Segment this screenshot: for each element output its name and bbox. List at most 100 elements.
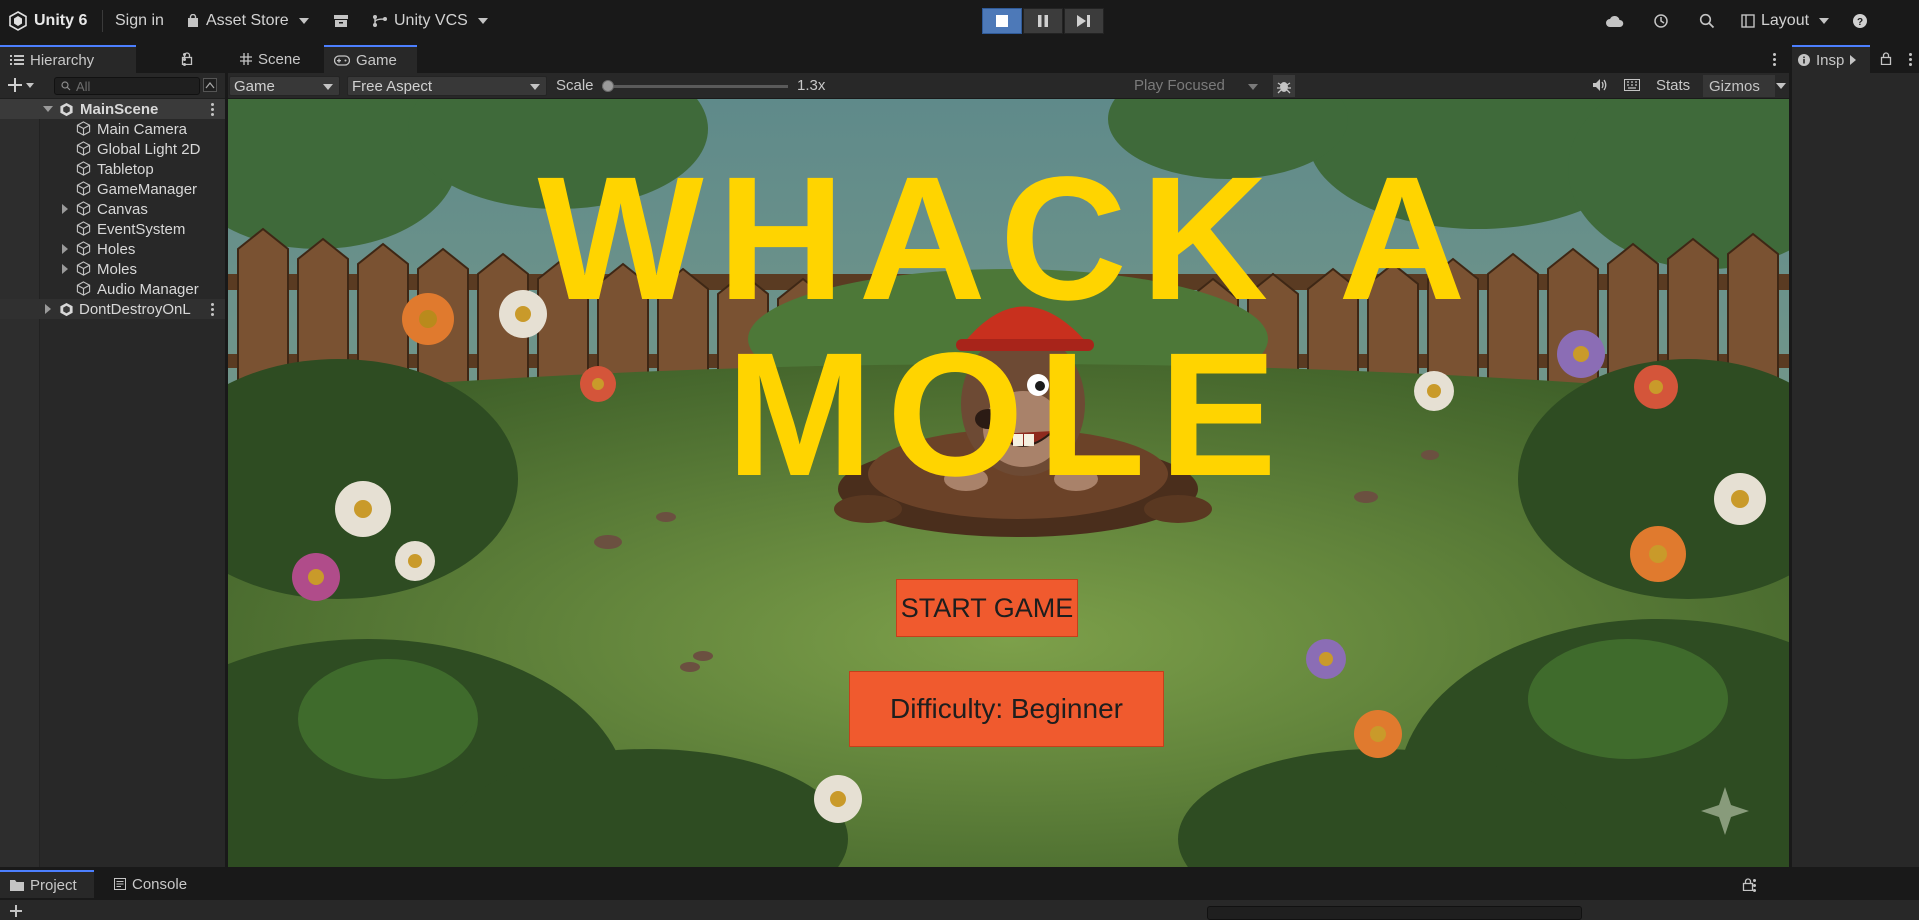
hierarchy-item[interactable]: Holes xyxy=(0,239,225,259)
hierarchy-item[interactable]: EventSystem xyxy=(0,219,225,239)
tab-scene[interactable]: Scene xyxy=(230,45,311,73)
gameobject-icon xyxy=(76,281,91,296)
difficulty-label: Difficulty: Beginner xyxy=(890,693,1123,724)
gameobject-icon xyxy=(76,261,91,276)
scene-filter-button[interactable] xyxy=(203,78,217,92)
gameobject-icon xyxy=(76,121,91,136)
scene-menu-icon[interactable] xyxy=(211,103,215,116)
chevron-down-icon xyxy=(298,18,309,24)
hierarchy-item[interactable]: Moles xyxy=(0,259,225,279)
tab-console[interactable]: Console xyxy=(104,870,197,898)
display-dropdown[interactable]: Game xyxy=(229,76,340,96)
project-create-button[interactable] xyxy=(10,905,22,917)
mute-audio-button[interactable] xyxy=(1592,78,1608,92)
pause-icon xyxy=(1038,15,1048,27)
layout-dropdown[interactable]: Layout xyxy=(1741,8,1830,34)
search-button[interactable] xyxy=(1695,9,1719,33)
aspect-dropdown[interactable]: Free Aspect xyxy=(347,76,547,96)
start-game-label: START GAME xyxy=(900,592,1074,623)
search-icon xyxy=(1699,13,1715,29)
plus-icon xyxy=(8,78,22,92)
game-viewport[interactable]: WHACK A MOLE START GAME Difficulty: Begi… xyxy=(228,99,1789,867)
help-button[interactable]: ? xyxy=(1848,9,1872,33)
gamepad-icon xyxy=(334,54,350,66)
unity-account-menu[interactable]: Unity 6 xyxy=(8,8,87,34)
unity-vcs-label: Unity VCS xyxy=(394,12,468,29)
dontdestroy-menu-icon[interactable] xyxy=(211,303,215,316)
expand-arrow-icon[interactable] xyxy=(45,304,51,314)
console-icon xyxy=(114,878,126,890)
inspector-tab-bar: Insp xyxy=(1792,45,1919,73)
chevron-down-icon xyxy=(26,82,34,88)
game-title: WHACK A MOLE xyxy=(537,141,1480,513)
step-button[interactable] xyxy=(1064,8,1104,34)
game-view-toolbar: Game Free Aspect Scale 1.3x Play Focused… xyxy=(228,73,1789,99)
hierarchy-menu-icon[interactable] xyxy=(183,53,187,66)
gameobject-icon xyxy=(76,181,91,196)
expand-arrow-icon[interactable] xyxy=(62,244,68,254)
inspector-menu-icon[interactable] xyxy=(1909,53,1913,66)
debug-button[interactable] xyxy=(1273,75,1295,97)
aspect-dropdown-value: Free Aspect xyxy=(352,77,433,95)
scene-name: MainScene xyxy=(80,100,159,118)
hierarchy-item[interactable]: Canvas xyxy=(0,199,225,219)
search-icon xyxy=(61,81,71,91)
inspector-lock-button[interactable] xyxy=(1880,52,1892,65)
tab-game[interactable]: Game xyxy=(324,45,417,73)
sign-in-button[interactable]: Sign in xyxy=(115,8,164,34)
hierarchy-item-label: Main Camera xyxy=(97,120,188,138)
shortcuts-button[interactable] xyxy=(1624,79,1640,91)
difficulty-button[interactable]: Difficulty: Beginner xyxy=(849,671,1164,747)
console-tab-label: Console xyxy=(132,875,188,893)
gameobject-icon xyxy=(76,141,91,156)
game-tab-label: Game xyxy=(356,51,397,69)
asset-store-button[interactable]: Asset Store xyxy=(186,8,309,34)
package-icon xyxy=(334,15,348,27)
tab-inspector[interactable]: Insp xyxy=(1792,45,1870,73)
info-icon xyxy=(1798,54,1810,66)
history-icon xyxy=(1654,14,1668,28)
expand-arrow-icon[interactable] xyxy=(43,106,53,112)
scale-slider-thumb[interactable] xyxy=(602,80,614,92)
help-icon: ? xyxy=(1853,14,1867,28)
expand-arrow-icon[interactable] xyxy=(62,264,68,274)
stop-play-button[interactable] xyxy=(982,8,1022,34)
unity-vcs-button[interactable]: Unity VCS xyxy=(372,8,488,34)
chevron-down-icon xyxy=(323,84,333,90)
create-dropdown[interactable] xyxy=(8,78,34,92)
tab-hierarchy[interactable]: Hierarchy xyxy=(0,45,136,73)
filter-icon xyxy=(203,78,217,92)
layout-icon xyxy=(1741,14,1755,28)
scale-slider[interactable] xyxy=(602,80,788,92)
scale-value: 1.3x xyxy=(797,77,826,94)
game-panel-menu-icon[interactable] xyxy=(1773,53,1777,66)
hierarchy-dontdestroy-row[interactable]: DontDestroyOnL xyxy=(0,299,225,319)
hierarchy-item[interactable]: Global Light 2D xyxy=(0,139,225,159)
cloud-button[interactable] xyxy=(1603,9,1627,33)
bug-icon xyxy=(1277,82,1291,94)
display-dropdown-value: Game xyxy=(234,77,275,95)
hierarchy-item[interactable]: Main Camera xyxy=(0,119,225,139)
hierarchy-item-label: GameManager xyxy=(97,180,198,198)
pause-button[interactable] xyxy=(1023,8,1063,34)
hierarchy-tab-bar: Hierarchy xyxy=(0,45,225,73)
history-button[interactable] xyxy=(1649,9,1673,33)
project-search-input[interactable] xyxy=(1207,906,1582,920)
tab-project[interactable]: Project xyxy=(0,870,94,898)
hierarchy-item[interactable]: Tabletop xyxy=(0,159,225,179)
gizmos-dropdown-icon[interactable] xyxy=(1776,83,1786,89)
start-game-button[interactable]: START GAME xyxy=(896,579,1078,637)
package-manager-button[interactable] xyxy=(329,9,353,33)
hierarchy-item[interactable]: GameManager xyxy=(0,179,225,199)
gizmos-button[interactable]: Gizmos xyxy=(1703,75,1775,97)
branch-icon xyxy=(373,15,387,27)
hierarchy-scene-row[interactable]: MainScene xyxy=(0,99,225,119)
expand-arrow-icon[interactable] xyxy=(62,204,68,214)
hierarchy-search-input[interactable]: All xyxy=(54,77,200,95)
sign-in-label: Sign in xyxy=(115,12,164,29)
hierarchy-toolbar: All xyxy=(0,73,225,99)
play-mode-dropdown[interactable]: Play Focused xyxy=(1134,77,1264,94)
bottom-menu-icon[interactable] xyxy=(1753,879,1757,892)
hierarchy-item[interactable]: Audio Manager xyxy=(0,279,225,299)
stats-button[interactable]: Stats xyxy=(1656,77,1690,94)
